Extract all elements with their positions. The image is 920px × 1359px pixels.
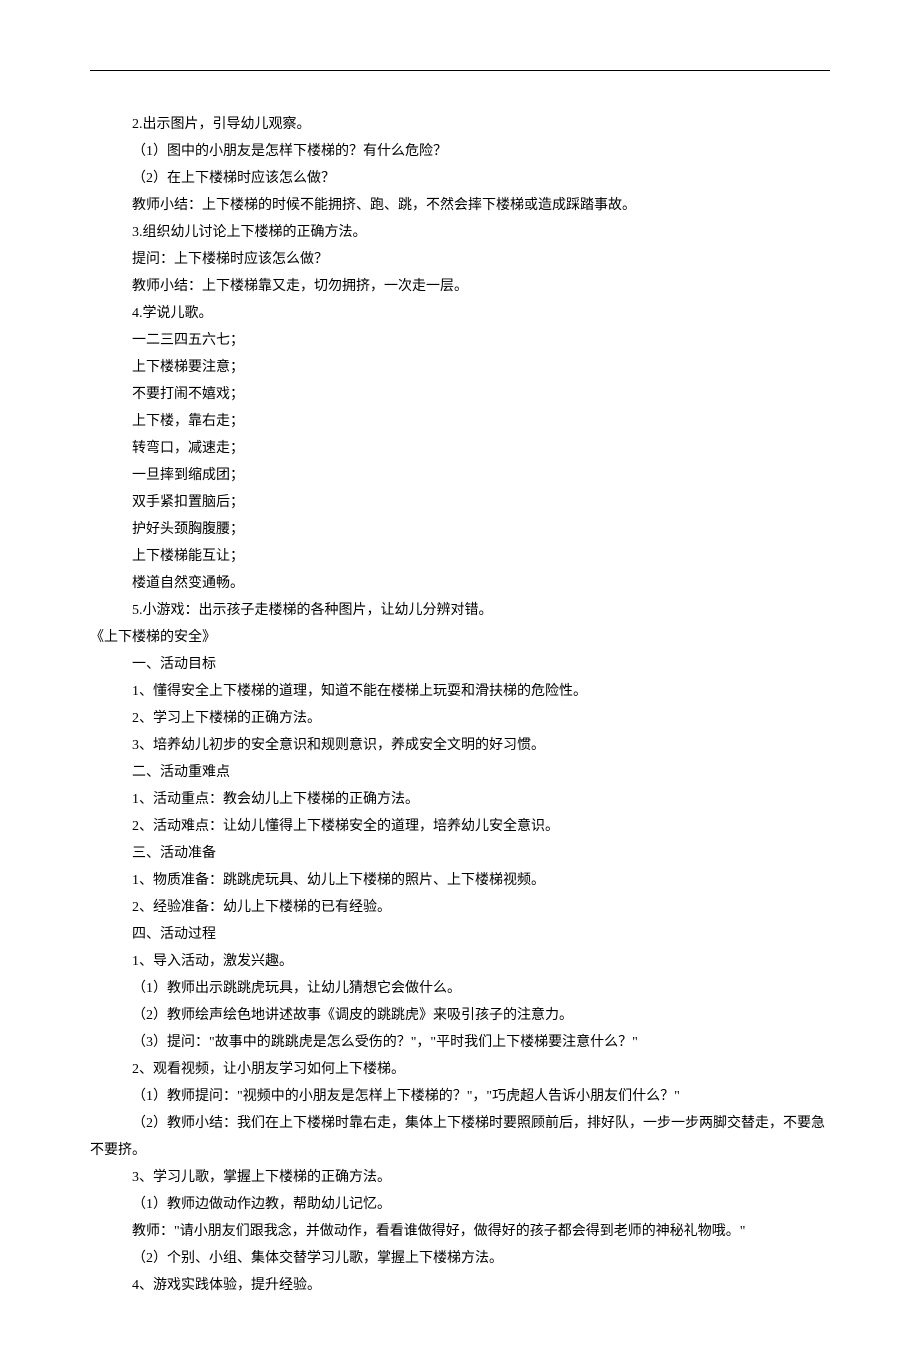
- text-line: 上下楼梯要注意；: [90, 354, 830, 381]
- text-line: 1、懂得安全上下楼梯的道理，知道不能在楼梯上玩耍和滑扶梯的危险性。: [90, 678, 830, 705]
- text-line: 一、活动目标: [90, 651, 830, 678]
- text-line: （1）教师边做动作边教，帮助幼儿记忆。: [90, 1191, 830, 1218]
- text-line: 四、活动过程: [90, 921, 830, 948]
- text-line: 教师小结：上下楼梯靠又走，切勿拥挤，一次走一层。: [90, 273, 830, 300]
- text-line: （1）教师出示跳跳虎玩具，让幼儿猜想它会做什么。: [90, 975, 830, 1002]
- text-line: 1、物质准备：跳跳虎玩具、幼儿上下楼梯的照片、上下楼梯视频。: [90, 867, 830, 894]
- text-line: 教师："请小朋友们跟我念，并做动作，看看谁做得好，做得好的孩子都会得到老师的神秘…: [90, 1218, 830, 1245]
- text-line: 上下楼梯能互让；: [90, 543, 830, 570]
- text-line: （3）提问："故事中的跳跳虎是怎么受伤的？"，"平时我们上下楼梯要注意什么？": [90, 1029, 830, 1056]
- text-line: 不要挤。: [90, 1137, 830, 1164]
- text-line: （2）个别、小组、集体交替学习儿歌，掌握上下楼梯方法。: [90, 1245, 830, 1272]
- text-line: 5.小游戏：出示孩子走楼梯的各种图片，让幼儿分辨对错。: [90, 597, 830, 624]
- text-line: 不要打闹不嬉戏；: [90, 381, 830, 408]
- document-body: 2.出示图片，引导幼儿观察。（1）图中的小朋友是怎样下楼梯的？有什么危险？（2）…: [90, 111, 830, 1299]
- text-line: 4、游戏实践体验，提升经验。: [90, 1272, 830, 1299]
- text-line: 1、活动重点：教会幼儿上下楼梯的正确方法。: [90, 786, 830, 813]
- text-line: 2、经验准备：幼儿上下楼梯的已有经验。: [90, 894, 830, 921]
- text-line: 《上下楼梯的安全》: [90, 624, 830, 651]
- text-line: 4.学说儿歌。: [90, 300, 830, 327]
- text-line: 一二三四五六七；: [90, 327, 830, 354]
- horizontal-rule: [90, 70, 830, 71]
- text-line: 双手紧扣置脑后；: [90, 489, 830, 516]
- text-line: 提问：上下楼梯时应该怎么做？: [90, 246, 830, 273]
- text-line: 护好头颈胸腹腰；: [90, 516, 830, 543]
- text-line: （2）在上下楼梯时应该怎么做？: [90, 165, 830, 192]
- text-line: 3.组织幼儿讨论上下楼梯的正确方法。: [90, 219, 830, 246]
- text-line: 一旦摔到缩成团；: [90, 462, 830, 489]
- text-line: 三、活动准备: [90, 840, 830, 867]
- text-line: （2）教师小结：我们在上下楼梯时靠右走，集体上下楼梯时要照顾前后，排好队，一步一…: [90, 1110, 830, 1137]
- text-line: 二、活动重难点: [90, 759, 830, 786]
- text-line: （2）教师绘声绘色地讲述故事《调皮的跳跳虎》来吸引孩子的注意力。: [90, 1002, 830, 1029]
- text-line: 楼道自然变通畅。: [90, 570, 830, 597]
- text-line: （1）教师提问："视频中的小朋友是怎样上下楼梯的？"，"巧虎超人告诉小朋友们什么…: [90, 1083, 830, 1110]
- text-line: 3、培养幼儿初步的安全意识和规则意识，养成安全文明的好习惯。: [90, 732, 830, 759]
- text-line: 转弯口，减速走；: [90, 435, 830, 462]
- text-line: 教师小结：上下楼梯的时候不能拥挤、跑、跳，不然会摔下楼梯或造成踩踏事故。: [90, 192, 830, 219]
- text-line: 2、观看视频，让小朋友学习如何上下楼梯。: [90, 1056, 830, 1083]
- text-line: 2.出示图片，引导幼儿观察。: [90, 111, 830, 138]
- text-line: 1、导入活动，激发兴趣。: [90, 948, 830, 975]
- document-page: 2.出示图片，引导幼儿观察。（1）图中的小朋友是怎样下楼梯的？有什么危险？（2）…: [0, 0, 920, 1359]
- text-line: 2、学习上下楼梯的正确方法。: [90, 705, 830, 732]
- text-line: 3、学习儿歌，掌握上下楼梯的正确方法。: [90, 1164, 830, 1191]
- text-line: （1）图中的小朋友是怎样下楼梯的？有什么危险？: [90, 138, 830, 165]
- text-line: 2、活动难点：让幼儿懂得上下楼梯安全的道理，培养幼儿安全意识。: [90, 813, 830, 840]
- text-line: 上下楼，靠右走；: [90, 408, 830, 435]
